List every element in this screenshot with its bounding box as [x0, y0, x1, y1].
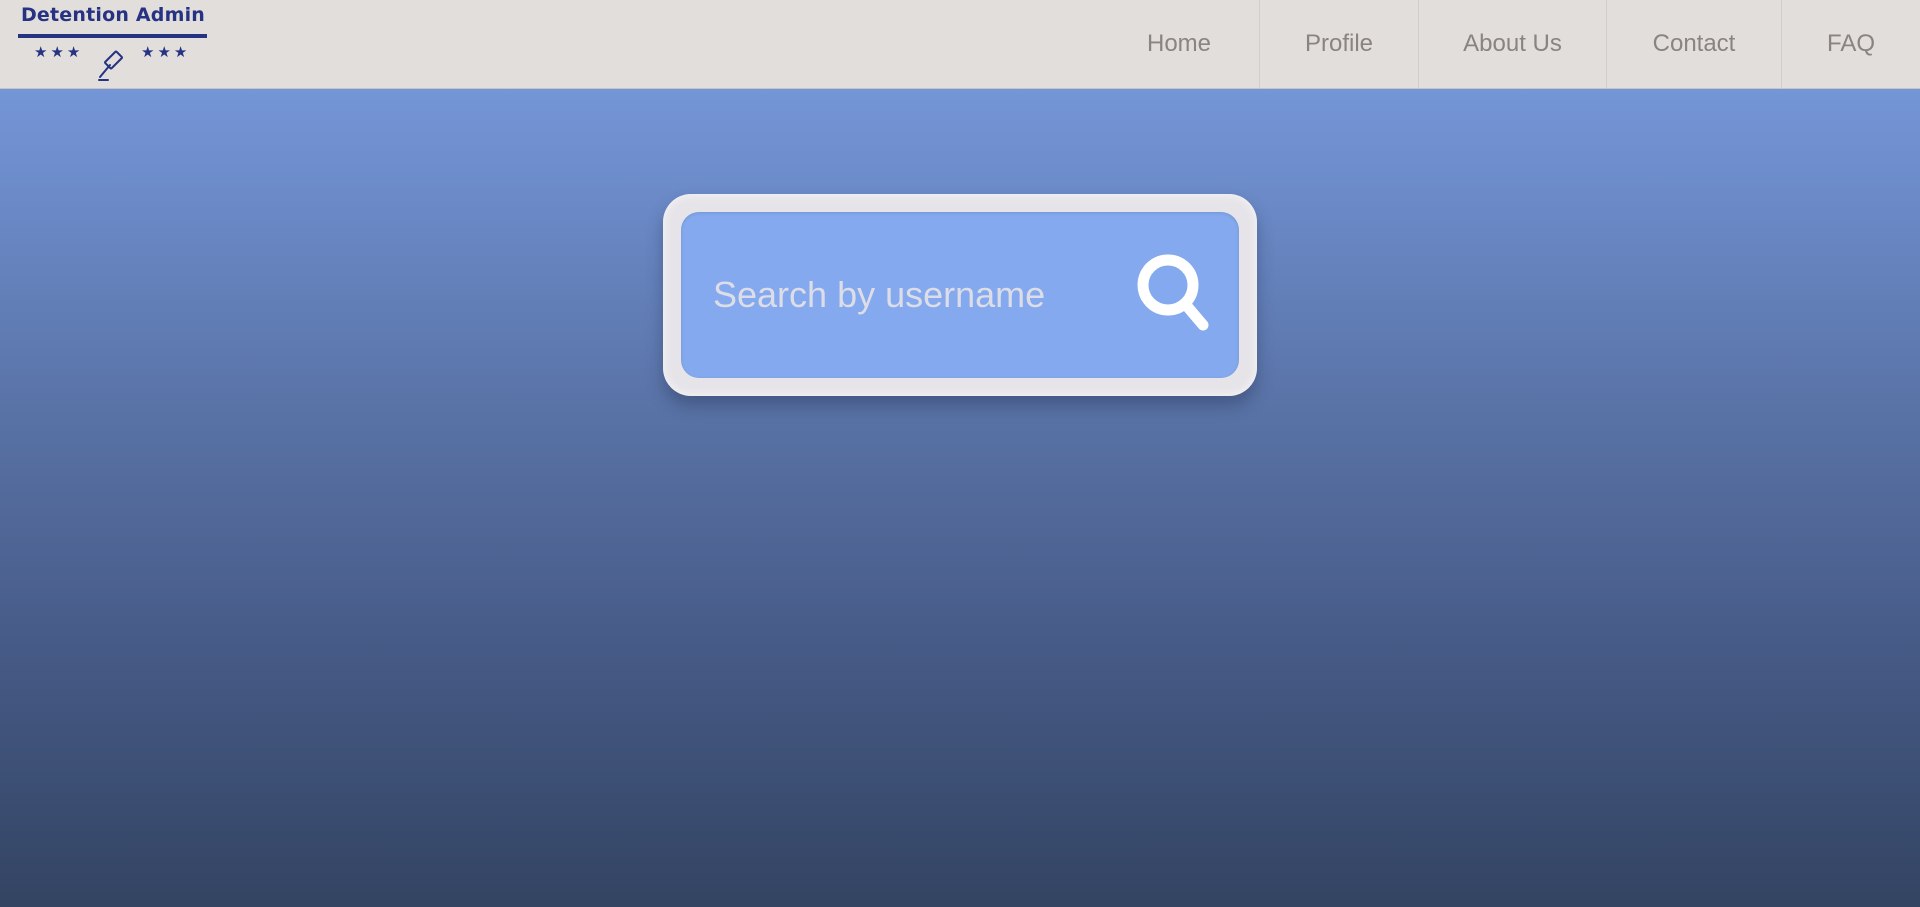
- brand-stars-right: ★★★: [141, 44, 191, 61]
- gavel-icon: [98, 50, 123, 81]
- top-navbar: Detention Admin ★★★ ★★★ Home Profile Abo…: [0, 0, 1920, 89]
- brand-stars-left: ★★★: [34, 44, 84, 61]
- nav-item-about-us[interactable]: About Us: [1418, 0, 1606, 88]
- nav-item-profile[interactable]: Profile: [1259, 0, 1418, 88]
- search-panel: [663, 194, 1257, 396]
- brand-title: Detention Admin: [20, 4, 206, 26]
- search-input[interactable]: [693, 252, 1113, 338]
- nav-item-contact[interactable]: Contact: [1606, 0, 1781, 88]
- brand-underline: [18, 34, 207, 38]
- nav-item-home[interactable]: Home: [1099, 0, 1259, 88]
- main-nav: Home Profile About Us Contact FAQ: [1099, 0, 1920, 88]
- brand-logo[interactable]: Detention Admin ★★★ ★★★: [18, 3, 208, 83]
- search-button[interactable]: [1129, 244, 1219, 344]
- search-box: [681, 212, 1239, 378]
- search-icon: [1137, 254, 1209, 331]
- nav-item-faq[interactable]: FAQ: [1781, 0, 1920, 88]
